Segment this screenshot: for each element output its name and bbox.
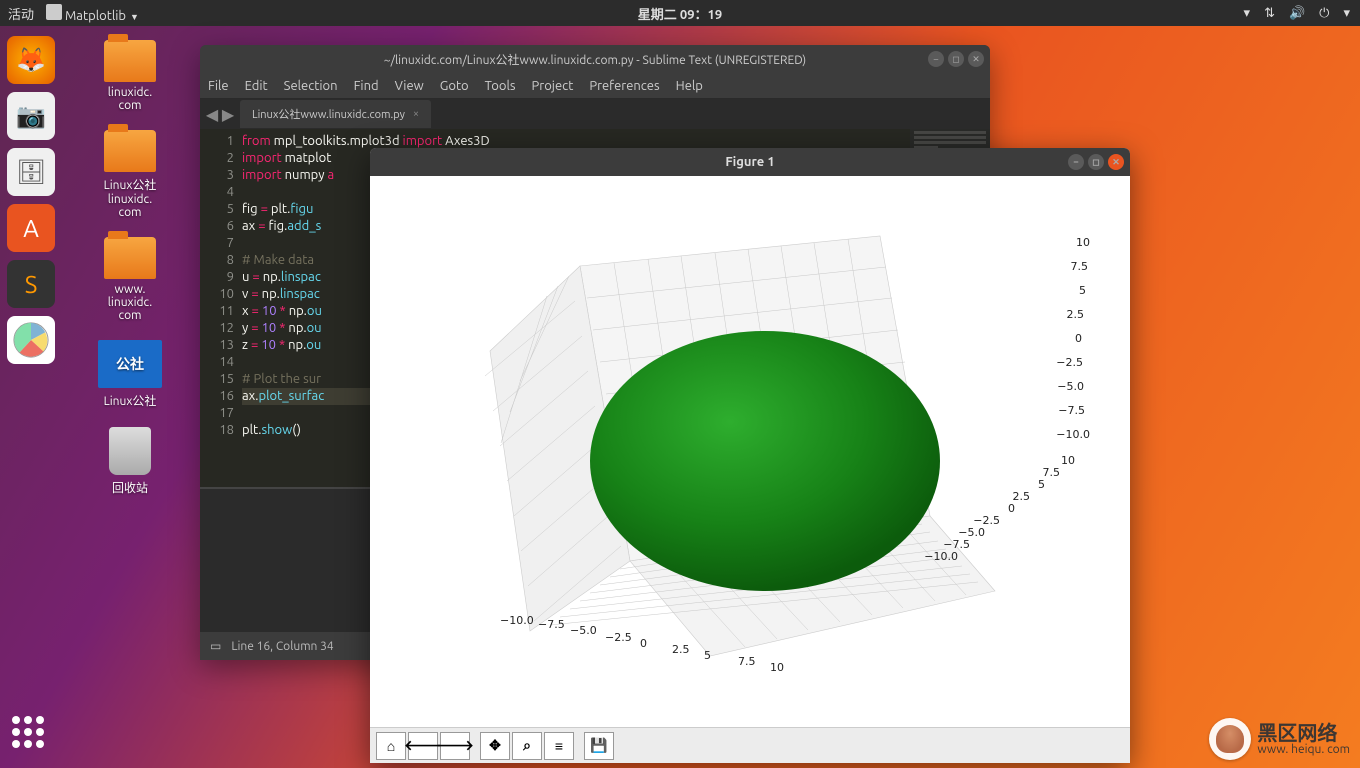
x-tick: −7.5 <box>538 618 565 631</box>
menu-edit[interactable]: Edit <box>245 79 268 93</box>
files-icon[interactable]: 🗄 <box>7 148 55 196</box>
y-tick: 0 <box>1008 502 1015 515</box>
trash-icon[interactable]: 回收站 <box>80 427 180 496</box>
close-button[interactable]: ✕ <box>968 51 984 67</box>
x-tick: −5.0 <box>570 624 597 637</box>
firefox-icon[interactable]: 🦊 <box>7 36 55 84</box>
x-tick: 0 <box>640 637 647 650</box>
y-tick: 5 <box>1038 478 1045 491</box>
watermark-url: www. heiqu. com <box>1257 743 1350 756</box>
save-button[interactable]: 💾 <box>584 732 614 760</box>
z-tick: −7.5 <box>1058 404 1085 417</box>
matplotlib-window: Figure 1 – ◻ ✕ <box>370 148 1130 763</box>
tab-history-buttons[interactable]: ◀ ▶ <box>200 105 240 124</box>
dock: 🦊 📷 🗄 A S <box>0 26 62 768</box>
menu-tools[interactable]: Tools <box>485 79 516 93</box>
matplotlib-app-icon[interactable] <box>7 316 55 364</box>
sublime-menu: File Edit Selection Find View Goto Tools… <box>200 73 990 99</box>
desktop-folder[interactable]: www. linuxidc. com <box>80 237 180 322</box>
sphere-surface <box>590 331 940 591</box>
z-tick: 0 <box>1075 332 1082 345</box>
matplotlib-icon <box>46 4 62 20</box>
x-tick: 2.5 <box>672 643 690 656</box>
maximize-button[interactable]: ◻ <box>1088 154 1104 170</box>
x-tick: −10.0 <box>500 614 534 627</box>
z-tick: 7.5 <box>1071 260 1089 273</box>
menu-preferences[interactable]: Preferences <box>589 79 659 93</box>
pan-button[interactable]: ✥ <box>480 732 510 760</box>
menu-selection[interactable]: Selection <box>284 79 338 93</box>
tab-close-icon[interactable]: × <box>413 108 419 120</box>
watermark-icon <box>1209 718 1251 760</box>
system-menu-chevron-icon[interactable]: ▾ <box>1343 6 1350 21</box>
camera-app-icon[interactable]: 📷 <box>7 92 55 140</box>
close-button[interactable]: ✕ <box>1108 154 1124 170</box>
tab-label: Linux公社www.linuxidc.com.py <box>252 106 405 122</box>
activities-button[interactable]: 活动 <box>8 4 34 23</box>
sublime-icon[interactable]: S <box>7 260 55 308</box>
gutter: 123456789101112131415161718 <box>200 129 242 489</box>
clock[interactable]: 星期二 09：19 <box>638 4 722 23</box>
zoom-button[interactable]: ⌕ <box>512 732 542 760</box>
x-tick: 5 <box>704 649 711 662</box>
input-source-icon[interactable]: ▾ <box>1244 6 1251 21</box>
menu-project[interactable]: Project <box>532 79 574 93</box>
watermark: 黑区网络 www. heiqu. com <box>1209 718 1350 760</box>
desktop-shortcut[interactable]: 公社Linux公社 <box>80 340 180 409</box>
menu-find[interactable]: Find <box>354 79 379 93</box>
y-tick: −10.0 <box>924 550 958 563</box>
y-tick: 7.5 <box>1043 466 1061 479</box>
home-button[interactable]: ⌂ <box>376 732 406 760</box>
forward-button[interactable]: 🡒 <box>440 732 470 760</box>
figure-title: Figure 1 <box>725 155 774 169</box>
y-tick: 10 <box>1061 454 1075 467</box>
cursor-position[interactable]: Line 16, Column 34 <box>231 640 333 653</box>
x-tick: 10 <box>770 661 784 674</box>
z-tick: −2.5 <box>1056 356 1083 369</box>
desktop-icons: linuxidc. com Linux公社 linuxidc. com www.… <box>80 40 200 514</box>
figure-titlebar[interactable]: Figure 1 – ◻ ✕ <box>370 148 1130 176</box>
app-menu[interactable]: Matplotlib▼ <box>46 4 139 23</box>
z-tick: −10.0 <box>1056 428 1090 441</box>
z-tick: 2.5 <box>1067 308 1085 321</box>
z-tick: 5 <box>1079 284 1086 297</box>
x-tick: 7.5 <box>738 655 756 668</box>
sublime-titlebar[interactable]: ~/linuxidc.com/Linux公社www.linuxidc.com.p… <box>200 45 990 73</box>
watermark-text: 黑区网络 <box>1257 723 1350 743</box>
network-icon[interactable]: ⇅ <box>1264 6 1275 21</box>
power-icon[interactable]: ⏻ <box>1319 6 1329 21</box>
menu-goto[interactable]: Goto <box>440 79 469 93</box>
axes3d: 10 7.5 5 2.5 0 −2.5 −5.0 −7.5 −10.0 10 7… <box>460 216 1020 696</box>
z-tick: 10 <box>1076 236 1090 249</box>
panel-switcher-icon[interactable]: ▭ <box>210 639 221 653</box>
minimize-button[interactable]: – <box>1068 154 1084 170</box>
x-tick: −2.5 <box>605 631 632 644</box>
show-applications-button[interactable] <box>12 716 50 754</box>
back-button[interactable]: 🡐 <box>408 732 438 760</box>
software-center-icon[interactable]: A <box>7 204 55 252</box>
minimize-button[interactable]: – <box>928 51 944 67</box>
figure-canvas[interactable]: 10 7.5 5 2.5 0 −2.5 −5.0 −7.5 −10.0 10 7… <box>370 176 1130 727</box>
window-title: ~/linuxidc.com/Linux公社www.linuxidc.com.p… <box>384 51 806 68</box>
z-tick: −5.0 <box>1057 380 1084 393</box>
matplotlib-toolbar: ⌂ 🡐 🡒 ✥ ⌕ ≡ 💾 <box>370 727 1130 763</box>
menu-view[interactable]: View <box>395 79 424 93</box>
y-tick: 2.5 <box>1013 490 1031 503</box>
gnome-topbar: 活动 Matplotlib▼ 星期二 09：19 ▾ ⇅ 🔊 ⏻ ▾ <box>0 0 1360 26</box>
desktop-folder[interactable]: linuxidc. com <box>80 40 180 112</box>
file-tab[interactable]: Linux公社www.linuxidc.com.py × <box>240 100 431 128</box>
menu-file[interactable]: File <box>208 79 229 93</box>
configure-button[interactable]: ≡ <box>544 732 574 760</box>
volume-icon[interactable]: 🔊 <box>1289 6 1305 21</box>
desktop-folder[interactable]: Linux公社 linuxidc. com <box>80 130 180 219</box>
tab-bar: ◀ ▶ Linux公社www.linuxidc.com.py × <box>200 99 990 129</box>
maximize-button[interactable]: ◻ <box>948 51 964 67</box>
menu-help[interactable]: Help <box>676 79 703 93</box>
